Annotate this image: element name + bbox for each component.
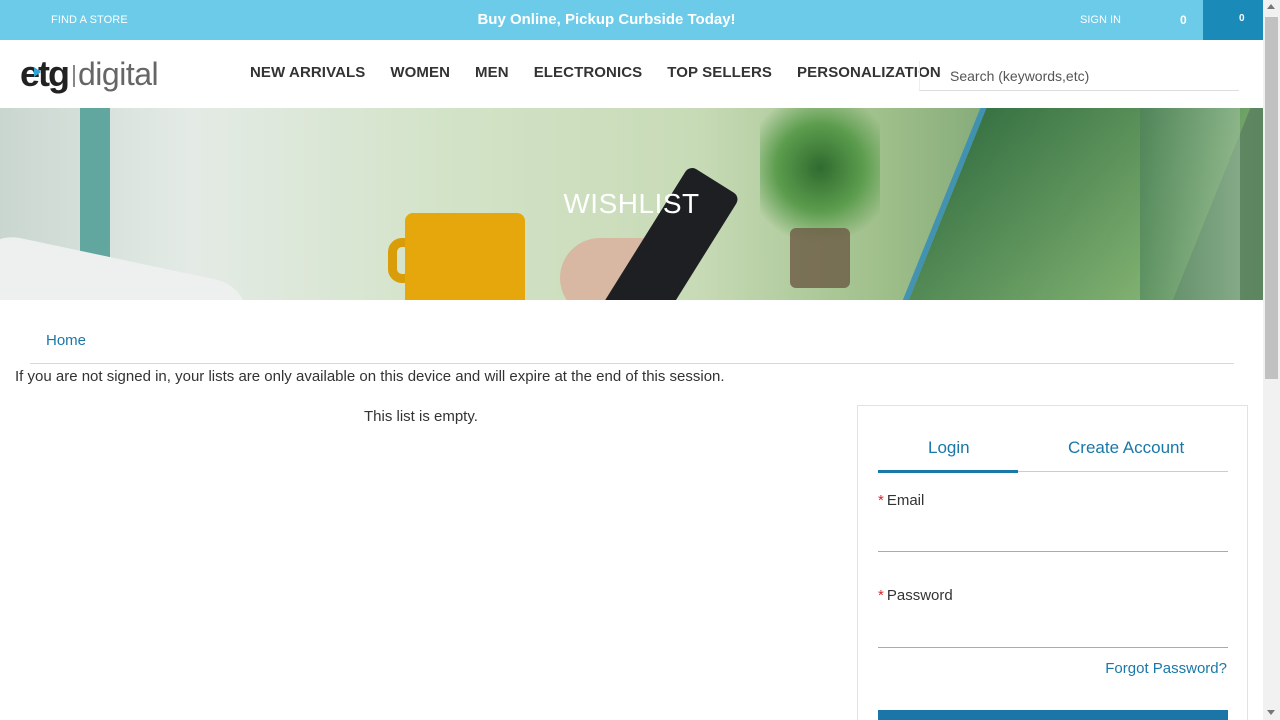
active-tab-indicator: [878, 470, 1018, 473]
logo-arrow-icon: [34, 67, 41, 77]
login-submit-button[interactable]: [878, 710, 1228, 720]
scrollbar-thumb[interactable]: [1265, 17, 1278, 379]
logo-suffix: digital: [78, 55, 159, 92]
nav-electronics[interactable]: ELECTRONICS: [534, 64, 643, 81]
page-scrollbar[interactable]: [1263, 0, 1280, 720]
logo-divider: [73, 65, 75, 87]
password-label: * Password: [878, 587, 953, 604]
search-input[interactable]: [920, 61, 1239, 90]
wishlist-count[interactable]: 0: [1180, 13, 1187, 27]
email-label: * Email: [878, 492, 925, 509]
hero-pot: [790, 228, 850, 288]
page-title: WISHLIST: [563, 188, 700, 219]
nav-top-sellers[interactable]: TOP SELLERS: [667, 64, 772, 81]
main-nav: NEW ARRIVALS WOMEN MEN ELECTRONICS TOP S…: [250, 64, 941, 81]
hero-banner: WISHLIST: [0, 108, 1263, 300]
promo-message: Buy Online, Pickup Curbside Today!: [477, 11, 736, 28]
nav-men[interactable]: MEN: [475, 64, 509, 81]
scroll-up-icon[interactable]: [1267, 4, 1275, 9]
cart-button[interactable]: 0: [1203, 0, 1263, 40]
hero-phone: [599, 165, 741, 300]
top-banner: FIND A STORE Buy Online, Pickup Curbside…: [0, 0, 1263, 40]
tab-login[interactable]: Login: [928, 438, 970, 458]
session-notice: If you are not signed in, your lists are…: [15, 368, 725, 385]
account-tabs: Login Create Account: [878, 430, 1228, 473]
sign-in-link[interactable]: SIGN IN: [1080, 14, 1121, 26]
login-panel: Login Create Account * Email * Password Fo…: [857, 405, 1248, 720]
required-marker: *: [878, 587, 884, 604]
forgot-password-link[interactable]: Forgot Password?: [1105, 660, 1227, 677]
hero-mug: [405, 213, 525, 300]
empty-list-message: This list is empty.: [364, 408, 478, 425]
hero-arm: [0, 229, 256, 300]
site-header: etg digital NEW ARRIVALS WOMEN MEN ELECT…: [0, 40, 1263, 108]
search-box: [919, 61, 1239, 91]
nav-women[interactable]: WOMEN: [390, 64, 450, 81]
nav-new-arrivals[interactable]: NEW ARRIVALS: [250, 64, 365, 81]
password-field[interactable]: [878, 618, 1228, 648]
email-field[interactable]: [878, 522, 1228, 552]
breadcrumb-home[interactable]: Home: [46, 332, 86, 349]
required-marker: *: [878, 492, 884, 509]
site-logo[interactable]: etg digital: [20, 52, 159, 96]
scroll-down-icon[interactable]: [1267, 710, 1275, 715]
logo-brand: etg: [20, 53, 70, 94]
breadcrumb: Home: [30, 330, 1234, 364]
cart-count: 0: [1239, 13, 1245, 24]
tab-create-account[interactable]: Create Account: [1068, 438, 1184, 458]
